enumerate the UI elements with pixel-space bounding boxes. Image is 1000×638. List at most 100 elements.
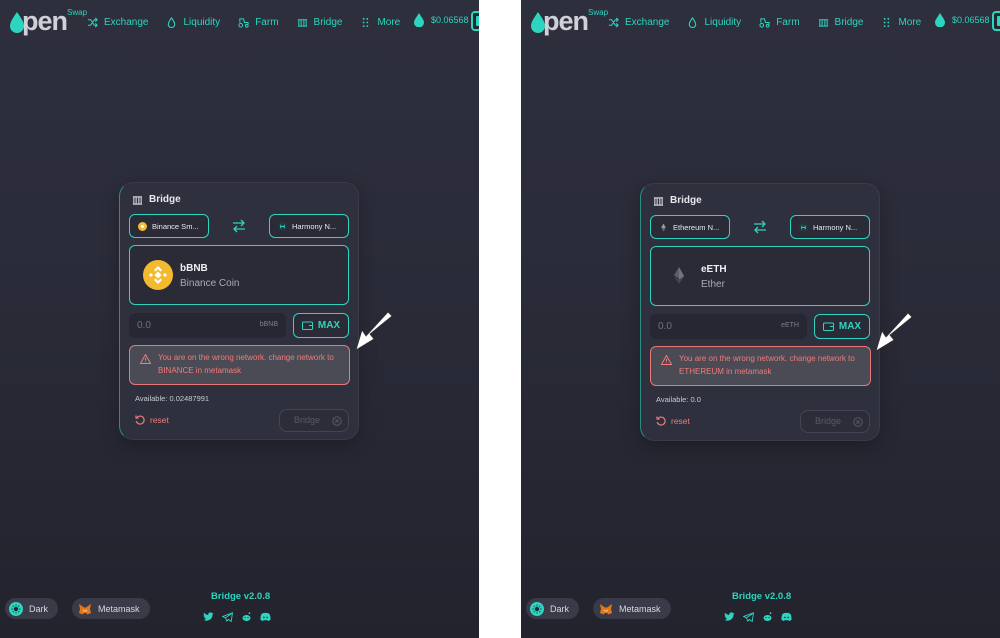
nav-farm[interactable]: Farm bbox=[238, 17, 279, 28]
bridge-submit-button[interactable]: Bridge bbox=[800, 410, 870, 433]
close-circle-icon bbox=[332, 416, 342, 426]
token-symbol: bBNB bbox=[180, 263, 208, 274]
card-title-label: Bridge bbox=[670, 195, 702, 206]
nav-bridge[interactable]: Bridge bbox=[297, 16, 343, 28]
nav-label: Bridge bbox=[834, 16, 864, 28]
nav-more[interactable]: More bbox=[360, 17, 400, 28]
swap-direction-icon[interactable] bbox=[753, 220, 767, 234]
nav-label: More bbox=[898, 16, 922, 28]
logo-text: pen bbox=[543, 6, 589, 36]
nav-farm[interactable]: Farm bbox=[759, 17, 800, 28]
top-nav: Exchange Liquidity Farm Bridge More bbox=[87, 14, 420, 30]
app-version: Bridge v2.0.8 bbox=[732, 591, 792, 602]
token-select[interactable]: eETH Ether bbox=[650, 246, 870, 306]
theme-toggle[interactable]: Dark bbox=[5, 598, 59, 619]
logo-text: pen bbox=[22, 6, 68, 36]
wallet-indicator[interactable]: Metamask bbox=[72, 598, 150, 619]
bridge-submit-button[interactable]: Bridge bbox=[279, 409, 349, 432]
shuffle-icon bbox=[87, 17, 98, 27]
card-title: Bridge bbox=[132, 194, 181, 205]
amount-input[interactable]: 0.0 eETH bbox=[650, 314, 807, 339]
annotation-arrow-left bbox=[355, 311, 393, 351]
bridge-icon bbox=[653, 196, 664, 206]
discord-icon[interactable] bbox=[260, 612, 271, 622]
wrong-network-alert: You are on the wrong network. change net… bbox=[650, 346, 871, 386]
openswap-logo[interactable]: pen Swap bbox=[529, 6, 609, 37]
wallet-button[interactable] bbox=[471, 11, 479, 31]
social-links bbox=[203, 612, 279, 622]
binance-icon bbox=[138, 221, 147, 231]
theme-label: Dark bbox=[29, 603, 49, 614]
reddit-icon[interactable] bbox=[762, 612, 773, 622]
logo-badge: Swap bbox=[588, 8, 609, 17]
nav-liquidity[interactable]: Liquidity bbox=[687, 16, 742, 28]
metamask-icon bbox=[600, 603, 612, 614]
from-network-label: Binance Sm... bbox=[152, 221, 199, 231]
social-links bbox=[724, 612, 800, 622]
bridge-icon bbox=[297, 18, 307, 27]
max-label: MAX bbox=[838, 321, 862, 332]
to-network-select[interactable]: Harmony N... bbox=[790, 215, 870, 239]
dots-grid-icon bbox=[884, 17, 890, 27]
max-label: MAX bbox=[317, 320, 341, 331]
token-name: Binance Coin bbox=[180, 278, 240, 289]
warning-icon bbox=[140, 354, 151, 364]
telegram-icon[interactable] bbox=[222, 612, 233, 622]
nav-bridge[interactable]: Bridge bbox=[818, 16, 864, 28]
nav-more[interactable]: More bbox=[881, 17, 921, 28]
wallet-button[interactable] bbox=[992, 11, 1000, 31]
from-network-label: Ethereum N... bbox=[673, 222, 720, 232]
card-title-label: Bridge bbox=[149, 194, 181, 205]
droplet-icon bbox=[689, 16, 697, 28]
to-network-select[interactable]: Harmony N... bbox=[269, 214, 349, 238]
to-network-label: Harmony N... bbox=[292, 221, 337, 231]
amount-input[interactable]: 0.0 bBNB bbox=[129, 313, 286, 338]
wallet-label: Metamask bbox=[98, 603, 140, 614]
from-network-select[interactable]: Ethereum N... bbox=[650, 215, 730, 239]
theme-label: Dark bbox=[550, 603, 570, 614]
nav-label: Exchange bbox=[625, 16, 670, 28]
from-network-select[interactable]: Binance Sm... bbox=[129, 214, 209, 238]
price-label: $0.06568 bbox=[952, 15, 990, 25]
openswap-logo[interactable]: pen Swap bbox=[8, 6, 88, 37]
bridge-icon bbox=[818, 18, 828, 27]
wrong-network-alert: You are on the wrong network. change net… bbox=[129, 345, 350, 385]
top-nav: Exchange Liquidity Farm Bridge More bbox=[608, 14, 941, 30]
nav-label: Liquidity bbox=[704, 16, 742, 28]
ethereum-icon bbox=[661, 222, 666, 232]
twitter-icon[interactable] bbox=[203, 612, 214, 622]
card-title: Bridge bbox=[653, 195, 702, 206]
nav-liquidity[interactable]: Liquidity bbox=[166, 16, 221, 28]
reset-label: reset bbox=[150, 415, 169, 425]
nav-exchange[interactable]: Exchange bbox=[87, 17, 148, 28]
telegram-icon[interactable] bbox=[743, 612, 754, 622]
harmony-icon bbox=[799, 222, 808, 232]
wallet-icon bbox=[822, 322, 834, 331]
discord-icon[interactable] bbox=[781, 612, 792, 622]
twitter-icon[interactable] bbox=[724, 612, 735, 622]
droplet-icon bbox=[168, 16, 176, 28]
eth-token-icon bbox=[674, 267, 684, 284]
nav-label: Bridge bbox=[313, 16, 343, 28]
max-button[interactable]: MAX bbox=[814, 314, 870, 339]
token-price[interactable]: $0.06568 bbox=[934, 13, 990, 27]
wallet-indicator[interactable]: Metamask bbox=[593, 598, 671, 619]
theme-toggle[interactable]: Dark bbox=[526, 598, 580, 619]
token-select[interactable]: bBNB Binance Coin bbox=[129, 245, 349, 305]
max-button[interactable]: MAX bbox=[293, 313, 349, 338]
reddit-icon[interactable] bbox=[241, 612, 252, 622]
nav-label: More bbox=[377, 16, 401, 28]
nav-exchange[interactable]: Exchange bbox=[608, 17, 669, 28]
price-label: $0.06568 bbox=[431, 15, 469, 25]
app-window-ethereum: pen Swap Exchange Liquidity Farm Bridge … bbox=[521, 0, 1000, 638]
amount-placeholder: 0.0 bbox=[658, 321, 672, 332]
nav-label: Liquidity bbox=[183, 16, 221, 28]
token-price[interactable]: $0.06568 bbox=[413, 13, 469, 27]
tractor-icon bbox=[759, 17, 770, 28]
reset-button[interactable]: reset bbox=[135, 415, 169, 425]
available-balance: Available: 0.0 bbox=[656, 395, 701, 404]
logo-badge: Swap bbox=[67, 8, 88, 17]
swap-direction-icon[interactable] bbox=[232, 219, 246, 233]
reset-button[interactable]: reset bbox=[656, 416, 690, 426]
reset-icon bbox=[656, 416, 666, 426]
